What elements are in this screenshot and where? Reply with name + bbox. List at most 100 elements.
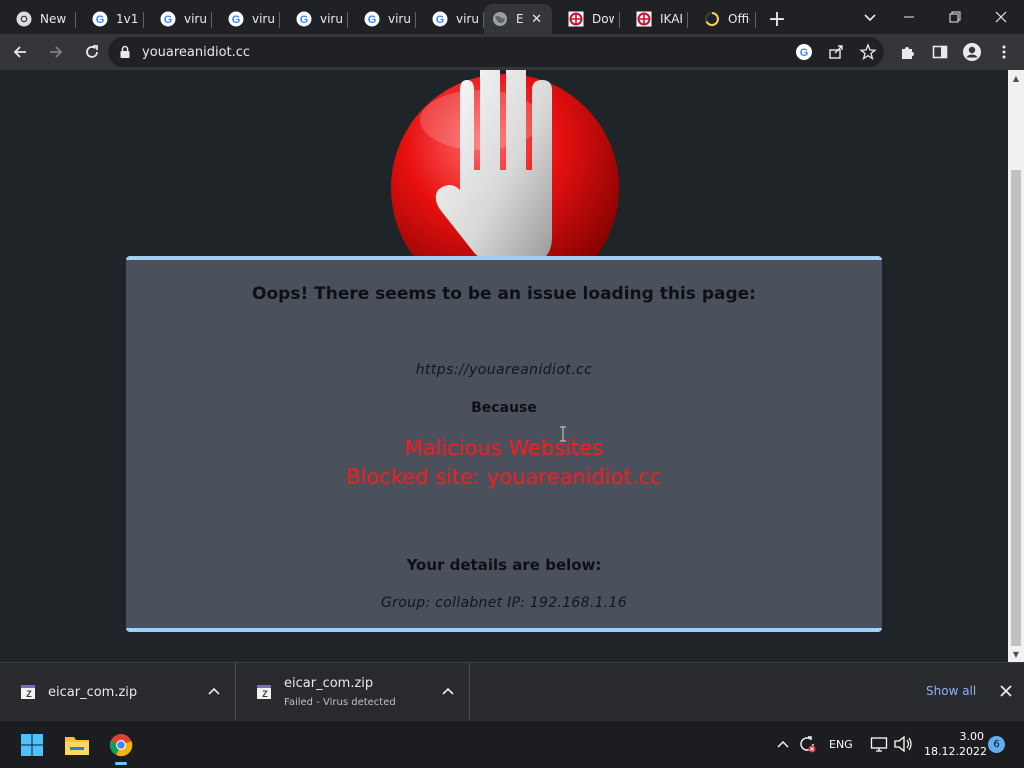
download-info: eicar_com.zip Failed - Virus detected xyxy=(284,676,396,708)
tab-strip: New G 1v1 - G virus G virus G virus G vi… xyxy=(0,0,1024,34)
kebab-menu-icon xyxy=(1002,45,1006,59)
scroll-thumb[interactable] xyxy=(1011,170,1021,646)
tab-virus-3[interactable]: G virus xyxy=(280,4,348,34)
tab-title: Offic xyxy=(728,12,750,26)
restore-button[interactable] xyxy=(932,0,978,34)
window-controls xyxy=(886,0,1024,34)
ikarus-icon xyxy=(568,11,584,27)
share-button[interactable] xyxy=(826,42,846,62)
extensions-button[interactable] xyxy=(896,40,920,64)
puzzle-icon xyxy=(902,47,914,59)
tab-search-chevron-icon[interactable] xyxy=(861,8,879,26)
show-all-downloads-link[interactable]: Show all xyxy=(926,684,976,698)
address-url: youareanidiot.cc xyxy=(142,44,251,60)
share-icon xyxy=(829,45,843,59)
tab-title: virus xyxy=(456,12,478,26)
tab-virus-5[interactable]: G virus xyxy=(416,4,484,34)
folder-icon xyxy=(65,737,89,755)
svg-text:G: G xyxy=(800,47,809,59)
download-item-failed[interactable]: Z eicar_com.zip Failed - Virus detected xyxy=(236,663,470,721)
tab-1v1[interactable]: G 1v1 - xyxy=(76,4,144,34)
google-lens-button[interactable]: G xyxy=(794,42,814,62)
close-tab-icon[interactable]: ✕ xyxy=(530,12,544,27)
tab-title: 1v1 - xyxy=(116,12,138,26)
back-button[interactable] xyxy=(4,36,36,68)
clock-time: 3.00 xyxy=(959,730,985,743)
blocked-url: https://youareanidiot.cc xyxy=(415,362,593,378)
google-icon: G xyxy=(432,11,448,27)
windows-taskbar: ENG 3.00 18.12.2022 6 xyxy=(0,720,1024,768)
arrow-right-icon xyxy=(50,46,63,58)
language-indicator[interactable]: ENG xyxy=(829,738,853,751)
chevron-up-icon[interactable] xyxy=(776,738,790,752)
page-viewport: Oops! There seems to be an issue loading… xyxy=(0,70,1008,662)
download-filename: eicar_com.zip xyxy=(48,684,138,700)
scroll-down-button[interactable]: ▼ xyxy=(1008,646,1024,662)
tab-virus-2[interactable]: G virus xyxy=(212,4,280,34)
google-icon: G xyxy=(92,11,108,27)
tab-title: New xyxy=(40,12,67,26)
forward-button[interactable] xyxy=(40,36,72,68)
reload-icon xyxy=(86,45,98,58)
scroll-up-button[interactable]: ▲ xyxy=(1008,70,1024,86)
google-icon: G xyxy=(796,44,812,60)
zip-file-icon: Z xyxy=(257,685,271,699)
tab-ikarus[interactable]: IKAR xyxy=(620,4,688,34)
svg-text:Z: Z xyxy=(26,689,32,699)
system-clock[interactable]: 3.00 18.12.2022 xyxy=(924,729,987,759)
tab-office[interactable]: Offic xyxy=(688,4,756,34)
tab-active-blocked[interactable]: E ✕ xyxy=(484,4,552,34)
tab-download[interactable]: Dow xyxy=(552,4,620,34)
text-cursor-icon xyxy=(560,426,566,442)
chevron-up-icon[interactable] xyxy=(207,685,221,699)
profile-button[interactable] xyxy=(960,40,984,64)
tab-separator xyxy=(755,12,756,28)
block-message-panel: Oops! There seems to be an issue loading… xyxy=(126,256,882,632)
google-icon: G xyxy=(364,11,380,27)
svg-text:G: G xyxy=(232,14,241,26)
arrow-left-icon xyxy=(13,46,26,58)
globe-icon xyxy=(493,12,507,26)
block-reason-detail: Blocked site: youareanidiot.cc xyxy=(346,465,662,489)
downloads-bar: Z eicar_com.zip Z eicar_com.zip Failed -… xyxy=(0,662,1024,721)
clock-date: 18.12.2022 xyxy=(924,745,987,758)
ikarus-icon xyxy=(636,11,652,27)
svg-text:Z: Z xyxy=(262,689,268,699)
block-reason-category: Malicious Websites xyxy=(404,436,604,460)
tab-title: virus xyxy=(252,12,274,26)
download-item[interactable]: Z eicar_com.zip xyxy=(0,663,236,721)
download-filename: eicar_com.zip xyxy=(284,676,374,691)
notification-badge[interactable]: 6 xyxy=(988,736,1005,753)
minimize-button[interactable] xyxy=(886,0,932,34)
chevron-up-icon[interactable] xyxy=(441,685,455,699)
close-downloads-bar-icon[interactable] xyxy=(998,683,1014,699)
bookmark-button[interactable] xyxy=(858,42,878,62)
google-icon: G xyxy=(160,11,176,27)
sync-icon[interactable] xyxy=(797,734,817,754)
tab-title: Dow xyxy=(592,12,614,26)
chrome-taskbar-button[interactable] xyxy=(105,729,137,765)
new-tab-button[interactable]: + xyxy=(762,4,792,34)
tab-virus-1[interactable]: G virus xyxy=(144,4,212,34)
close-window-button[interactable] xyxy=(978,0,1024,34)
loading-spinner-icon xyxy=(705,12,719,26)
svg-text:G: G xyxy=(368,14,377,26)
minimize-icon xyxy=(904,16,914,18)
details-heading: Your details are below: xyxy=(406,556,602,574)
chrome-icon xyxy=(109,734,133,757)
side-panel-button[interactable] xyxy=(928,40,952,64)
lock-icon[interactable] xyxy=(118,45,132,59)
menu-button[interactable] xyxy=(992,40,1016,64)
file-explorer-button[interactable] xyxy=(61,729,93,761)
vertical-scrollbar[interactable]: ▲ ▼ xyxy=(1008,70,1024,662)
tab-virus-4[interactable]: G virus xyxy=(348,4,416,34)
because-label: Because xyxy=(471,400,537,416)
network-icon[interactable] xyxy=(870,735,888,753)
svg-text:G: G xyxy=(164,14,173,26)
address-bar[interactable]: youareanidiot.cc G xyxy=(108,37,884,67)
svg-text:G: G xyxy=(300,14,309,26)
reload-button[interactable] xyxy=(76,36,108,68)
tab-new-tab[interactable]: New xyxy=(0,4,76,34)
volume-icon[interactable] xyxy=(893,735,913,753)
start-button[interactable] xyxy=(16,729,48,761)
